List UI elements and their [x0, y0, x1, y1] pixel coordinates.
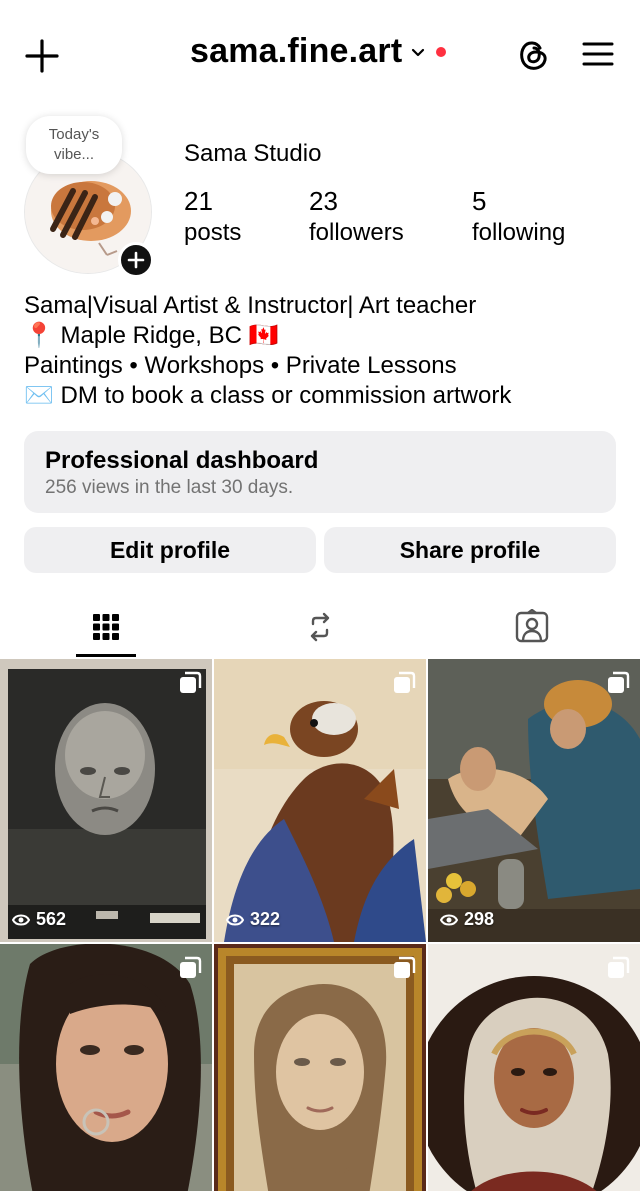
- tab-posts-grid[interactable]: [76, 598, 136, 656]
- carousel-icon: [608, 956, 630, 978]
- post-tile[interactable]: 322: [214, 659, 426, 942]
- plus-icon: [127, 251, 145, 269]
- post-tile[interactable]: [0, 944, 212, 1191]
- threads-icon[interactable]: [514, 36, 552, 74]
- post-thumbnail: [214, 659, 426, 942]
- share-profile-button[interactable]: Share profile: [324, 527, 616, 573]
- edit-profile-button[interactable]: Edit profile: [24, 527, 316, 573]
- followers-count[interactable]: 23 followers: [309, 186, 404, 250]
- views-icon: [226, 914, 244, 925]
- following-value: 5: [472, 186, 487, 216]
- views-value: 562: [36, 909, 67, 929]
- profile-display-name: Sama Studio: [184, 140, 322, 167]
- plus-icon[interactable]: [22, 36, 62, 76]
- following-label: following: [472, 219, 566, 246]
- views-icon: [12, 914, 30, 925]
- add-story-button[interactable]: [118, 242, 154, 278]
- post-tile[interactable]: 298: [428, 659, 640, 942]
- bio-line: Paintings • Workshops • Private Lessons: [24, 352, 457, 379]
- reposts-icon: [310, 612, 330, 642]
- post-thumbnail: [0, 659, 212, 942]
- views-count: 562: [12, 909, 66, 930]
- top-bar: sama.fine.art: [0, 0, 640, 110]
- followers-label: followers: [309, 219, 404, 246]
- post-thumbnail: [428, 659, 640, 942]
- bio-line: 📍 Maple Ridge, BC 🇨🇦: [24, 322, 279, 349]
- account-switcher[interactable]: sama.fine.art: [190, 32, 447, 71]
- grid-icon: [93, 614, 119, 640]
- post-thumbnail: [214, 944, 426, 1191]
- bio: Sama|Visual Artist & Instructor| Art tea…: [24, 291, 624, 411]
- post-thumbnail: [428, 944, 640, 1191]
- followers-value: 23: [309, 186, 338, 216]
- notification-dot: [436, 46, 447, 57]
- views-count: 322: [226, 909, 280, 930]
- views-value: 298: [464, 909, 495, 929]
- tab-reposts[interactable]: [290, 598, 350, 656]
- post-thumbnail: [0, 944, 212, 1191]
- hamburger-menu-icon[interactable]: [580, 36, 616, 72]
- views-count: 298: [440, 909, 494, 930]
- dashboard-title: Professional dashboard: [45, 447, 319, 474]
- professional-dashboard-card[interactable]: Professional dashboard 256 views in the …: [24, 431, 616, 513]
- active-tab-indicator: [76, 654, 136, 657]
- tagged-icon: [515, 609, 549, 643]
- bio-line: Sama|Visual Artist & Instructor| Art tea…: [24, 292, 477, 319]
- carousel-icon: [180, 671, 202, 693]
- post-tile[interactable]: 562: [0, 659, 212, 942]
- carousel-icon: [180, 956, 202, 978]
- note-line: Today's: [48, 126, 100, 143]
- username[interactable]: sama.fine.art: [190, 32, 402, 71]
- carousel-icon: [394, 956, 416, 978]
- note-line: vibe...: [53, 146, 95, 163]
- views-value: 322: [250, 909, 281, 929]
- dashboard-subtitle: 256 views in the last 30 days.: [45, 477, 294, 498]
- post-tile[interactable]: [214, 944, 426, 1191]
- following-count[interactable]: 5 following: [472, 186, 565, 250]
- posts-label: posts: [184, 219, 242, 246]
- post-tile[interactable]: [428, 944, 640, 1191]
- posts-value: 21: [184, 186, 213, 216]
- carousel-icon: [394, 671, 416, 693]
- tab-tagged[interactable]: [502, 598, 562, 656]
- bio-line: ✉️ DM to book a class or commission artw…: [24, 382, 512, 409]
- posts-count[interactable]: 21 posts: [184, 186, 241, 250]
- note-bubble[interactable]: Today's vibe...: [26, 116, 122, 174]
- chevron-down-icon: [412, 48, 425, 56]
- carousel-icon: [608, 671, 630, 693]
- views-icon: [440, 914, 458, 925]
